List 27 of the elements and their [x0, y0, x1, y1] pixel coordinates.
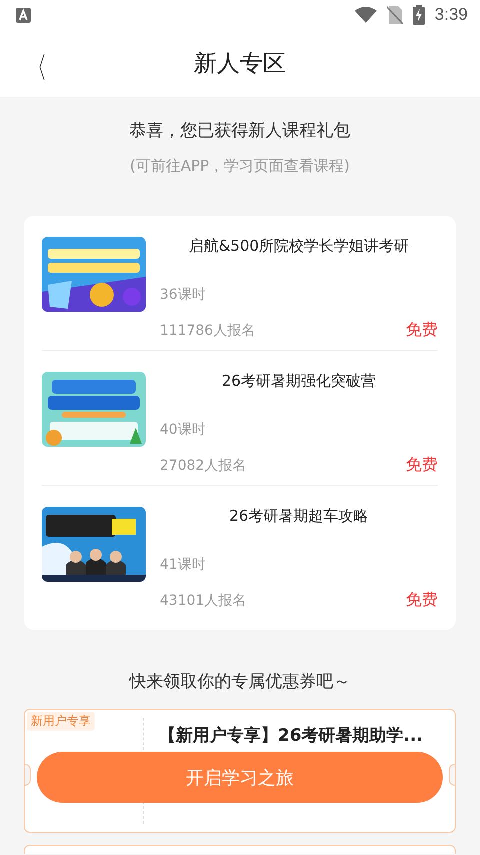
clock-time: 3:39: [434, 5, 468, 25]
enrollment-count: 27082人报名: [160, 456, 247, 474]
price-label: 免费: [406, 590, 438, 611]
coupon-notch: [25, 764, 31, 786]
headline: 恭喜，您已获得新人课程礼包: [130, 120, 350, 142]
enrollment-count: 111786人报名: [160, 322, 256, 340]
course-title[interactable]: 启航&500所院校学长学姐讲考研: [160, 237, 438, 256]
coupon-title: 【新用户专享】26考研暑期助学...: [159, 725, 424, 747]
enrollment-count: 43101人报名: [160, 592, 247, 610]
app-notification-icon: [16, 8, 31, 22]
lesson-count: 41课时: [160, 556, 207, 574]
course-title[interactable]: 26考研暑期超车攻略: [160, 507, 438, 526]
coupon-card[interactable]: [24, 845, 456, 854]
no-sim-icon: [386, 6, 403, 24]
back-button[interactable]: 〈: [20, 44, 54, 93]
lesson-count: 40课时: [160, 421, 207, 439]
course-title[interactable]: 26考研暑期强化突破营: [160, 372, 438, 391]
battery-charging-icon: [412, 5, 425, 25]
coupon-tag: 新用户专享: [27, 712, 95, 731]
coupon-notch: [449, 764, 455, 786]
coupon-heading: 快来领取你的专属优惠券吧～: [128, 671, 352, 694]
price-label: 免费: [406, 320, 438, 341]
hint-text: (可前往APP，学习页面查看课程): [130, 157, 350, 176]
price-label: 免费: [406, 455, 438, 476]
lesson-count: 36课时: [160, 286, 207, 304]
page-title: 新人专区: [194, 50, 286, 79]
wifi-icon: [354, 7, 377, 23]
